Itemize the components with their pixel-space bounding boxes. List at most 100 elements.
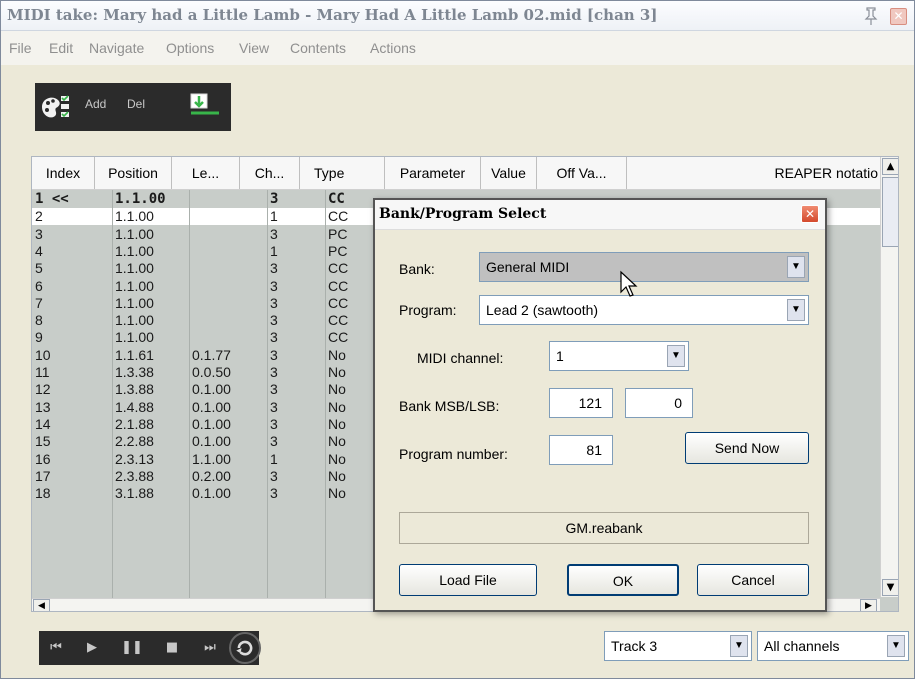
midi-channel-label: MIDI channel:: [417, 350, 504, 366]
cell-index: 4: [35, 242, 43, 259]
column-divider: [267, 190, 268, 600]
cell-index: 3: [35, 225, 43, 242]
pin-icon[interactable]: [861, 6, 881, 26]
bank-file-status: GM.reabank: [399, 512, 809, 544]
column-header-value[interactable]: Value: [481, 157, 537, 189]
dialog-close-icon[interactable]: ✕: [801, 205, 819, 223]
cell-position: 1.1.00: [115, 260, 154, 277]
cell-length: [189, 329, 267, 346]
cell-channel: 3: [270, 415, 278, 432]
cell-position: 1.1.61: [115, 346, 154, 363]
column-header-channel[interactable]: Ch...: [240, 157, 300, 189]
loop-icon[interactable]: [229, 632, 261, 664]
close-icon[interactable]: ✕: [890, 8, 907, 25]
bank-lsb-input[interactable]: 0: [625, 388, 693, 418]
cell-type: PC: [328, 242, 348, 259]
cell-index: 2: [35, 208, 43, 225]
play-icon[interactable]: ▶: [77, 634, 107, 662]
toolbar: Add Del: [1, 65, 914, 149]
column-divider: [189, 190, 190, 600]
midi-channel-select[interactable]: 1 ▼: [549, 341, 689, 371]
cell-length: 0.1.00: [192, 433, 231, 450]
cell-type: No: [328, 485, 346, 502]
chevron-down-icon[interactable]: ▼: [730, 635, 748, 657]
load-file-button[interactable]: Load File: [399, 564, 537, 596]
column-header-type[interactable]: Type: [300, 157, 385, 189]
palette-icon[interactable]: [39, 92, 75, 122]
cell-type: CC: [328, 294, 349, 311]
chevron-down-icon[interactable]: ▼: [887, 635, 905, 657]
cell-channel: 3: [270, 398, 278, 415]
bank-msb-lsb-label: Bank MSB/LSB:: [399, 398, 500, 414]
column-header-index[interactable]: Index: [32, 157, 95, 189]
menu-file[interactable]: File: [9, 40, 32, 56]
send-now-button[interactable]: Send Now: [685, 432, 809, 464]
program-number-input[interactable]: 81: [549, 435, 613, 465]
menu-view[interactable]: View: [239, 40, 269, 56]
column-header-length[interactable]: Le...: [172, 157, 240, 189]
cell-type: No: [328, 364, 346, 380]
cell-type: PC: [328, 225, 348, 242]
cell-position: 1.1.00: [115, 208, 154, 225]
insert-event-icon[interactable]: [185, 91, 221, 123]
cell-length: 0.1.00: [192, 485, 231, 502]
cancel-button[interactable]: Cancel: [697, 564, 809, 596]
scroll-up-icon[interactable]: ▲: [882, 158, 898, 175]
program-select[interactable]: Lead 2 (sawtooth) ▼: [479, 295, 809, 325]
scroll-thumb[interactable]: [882, 177, 898, 247]
pause-icon[interactable]: ❚❚: [117, 634, 147, 662]
cell-position: 1.3.38: [115, 364, 154, 380]
add-button[interactable]: Add: [85, 97, 106, 111]
channel-select[interactable]: All channels ▼: [757, 631, 909, 661]
cell-channel: 3: [270, 433, 278, 450]
ok-button[interactable]: OK: [567, 564, 679, 596]
vertical-scrollbar[interactable]: ▲ ▼: [880, 157, 898, 597]
cell-channel: 3: [270, 260, 278, 277]
bank-msb-input[interactable]: 121: [549, 388, 613, 418]
cell-index: 8: [35, 312, 43, 329]
cell-type: CC: [328, 312, 349, 329]
scroll-down-icon[interactable]: ▼: [882, 579, 898, 596]
column-header-parameter[interactable]: Parameter: [385, 157, 481, 189]
chevron-down-icon[interactable]: ▼: [667, 345, 685, 367]
column-header-notation[interactable]: REAPER notatio: [627, 157, 880, 189]
del-button[interactable]: Del: [127, 97, 145, 111]
cell-type: No: [328, 398, 346, 415]
cell-channel: 1: [270, 242, 278, 259]
menu-options[interactable]: Options: [166, 40, 214, 56]
bank-select[interactable]: General MIDI ▼: [479, 252, 809, 282]
menu-contents[interactable]: Contents: [290, 40, 346, 56]
stop-icon[interactable]: ■: [157, 634, 187, 662]
column-header-off-value[interactable]: Off Va...: [537, 157, 627, 189]
cell-index: 16: [35, 450, 51, 467]
cell-type: No: [328, 433, 346, 450]
dialog-title-bar: Bank/Program Select ✕: [375, 200, 825, 230]
menu-edit[interactable]: Edit: [49, 40, 73, 56]
cell-channel: 3: [270, 294, 278, 311]
scroll-left-icon[interactable]: ◀: [33, 599, 50, 611]
menu-actions[interactable]: Actions: [370, 40, 416, 56]
menu-navigate[interactable]: Navigate: [89, 40, 144, 56]
chevron-down-icon[interactable]: ▼: [787, 299, 805, 321]
cell-position: 2.2.88: [115, 433, 154, 450]
midi-channel-value: 1: [556, 348, 564, 364]
skip-end-icon[interactable]: ⏭: [195, 634, 225, 662]
cell-position: 1.1.00: [115, 191, 166, 207]
cell-index: 14: [35, 415, 51, 432]
cell-type: No: [328, 346, 346, 363]
skip-start-icon[interactable]: ⏮: [41, 634, 71, 662]
chevron-down-icon[interactable]: ▼: [787, 256, 805, 278]
cell-channel: 3: [270, 467, 278, 484]
column-header-position[interactable]: Position: [95, 157, 172, 189]
cell-index: 17: [35, 467, 51, 484]
program-select-value: Lead 2 (sawtooth): [486, 302, 599, 318]
channel-select-value: All channels: [764, 638, 840, 654]
cell-channel: 3: [270, 225, 278, 242]
event-list-header: Index Position Le... Ch... Type Paramete…: [32, 157, 880, 190]
cell-length: [189, 191, 267, 208]
track-select[interactable]: Track 3 ▼: [604, 631, 752, 661]
cell-length: [189, 312, 267, 329]
cell-type: CC: [328, 260, 349, 277]
scroll-right-icon[interactable]: ▶: [860, 599, 877, 611]
cell-type: CC: [328, 329, 349, 346]
